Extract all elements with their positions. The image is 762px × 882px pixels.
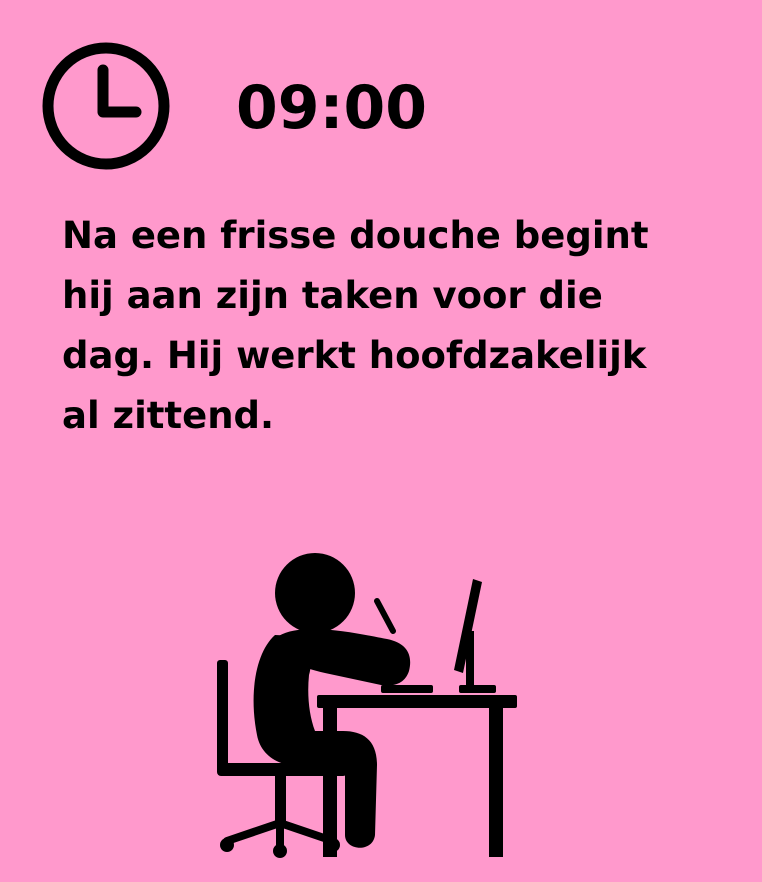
monitor-icon xyxy=(454,579,496,693)
person-working-at-desk-icon xyxy=(217,553,517,858)
description-line: Na een frisse douche begint xyxy=(62,214,649,257)
description-text: Na een frisse douche begint hij aan zijn… xyxy=(62,206,722,446)
clock-icon xyxy=(42,42,170,170)
description-line: hij aan zijn taken voor die xyxy=(62,274,603,317)
description-line: al zittend. xyxy=(62,394,275,437)
time-display: 09:00 xyxy=(236,73,427,143)
pen-icon xyxy=(374,598,396,634)
paper-icon xyxy=(381,685,433,693)
head-icon xyxy=(275,553,355,633)
description-line: dag. Hij werkt hoofdzakelijk xyxy=(62,334,647,377)
